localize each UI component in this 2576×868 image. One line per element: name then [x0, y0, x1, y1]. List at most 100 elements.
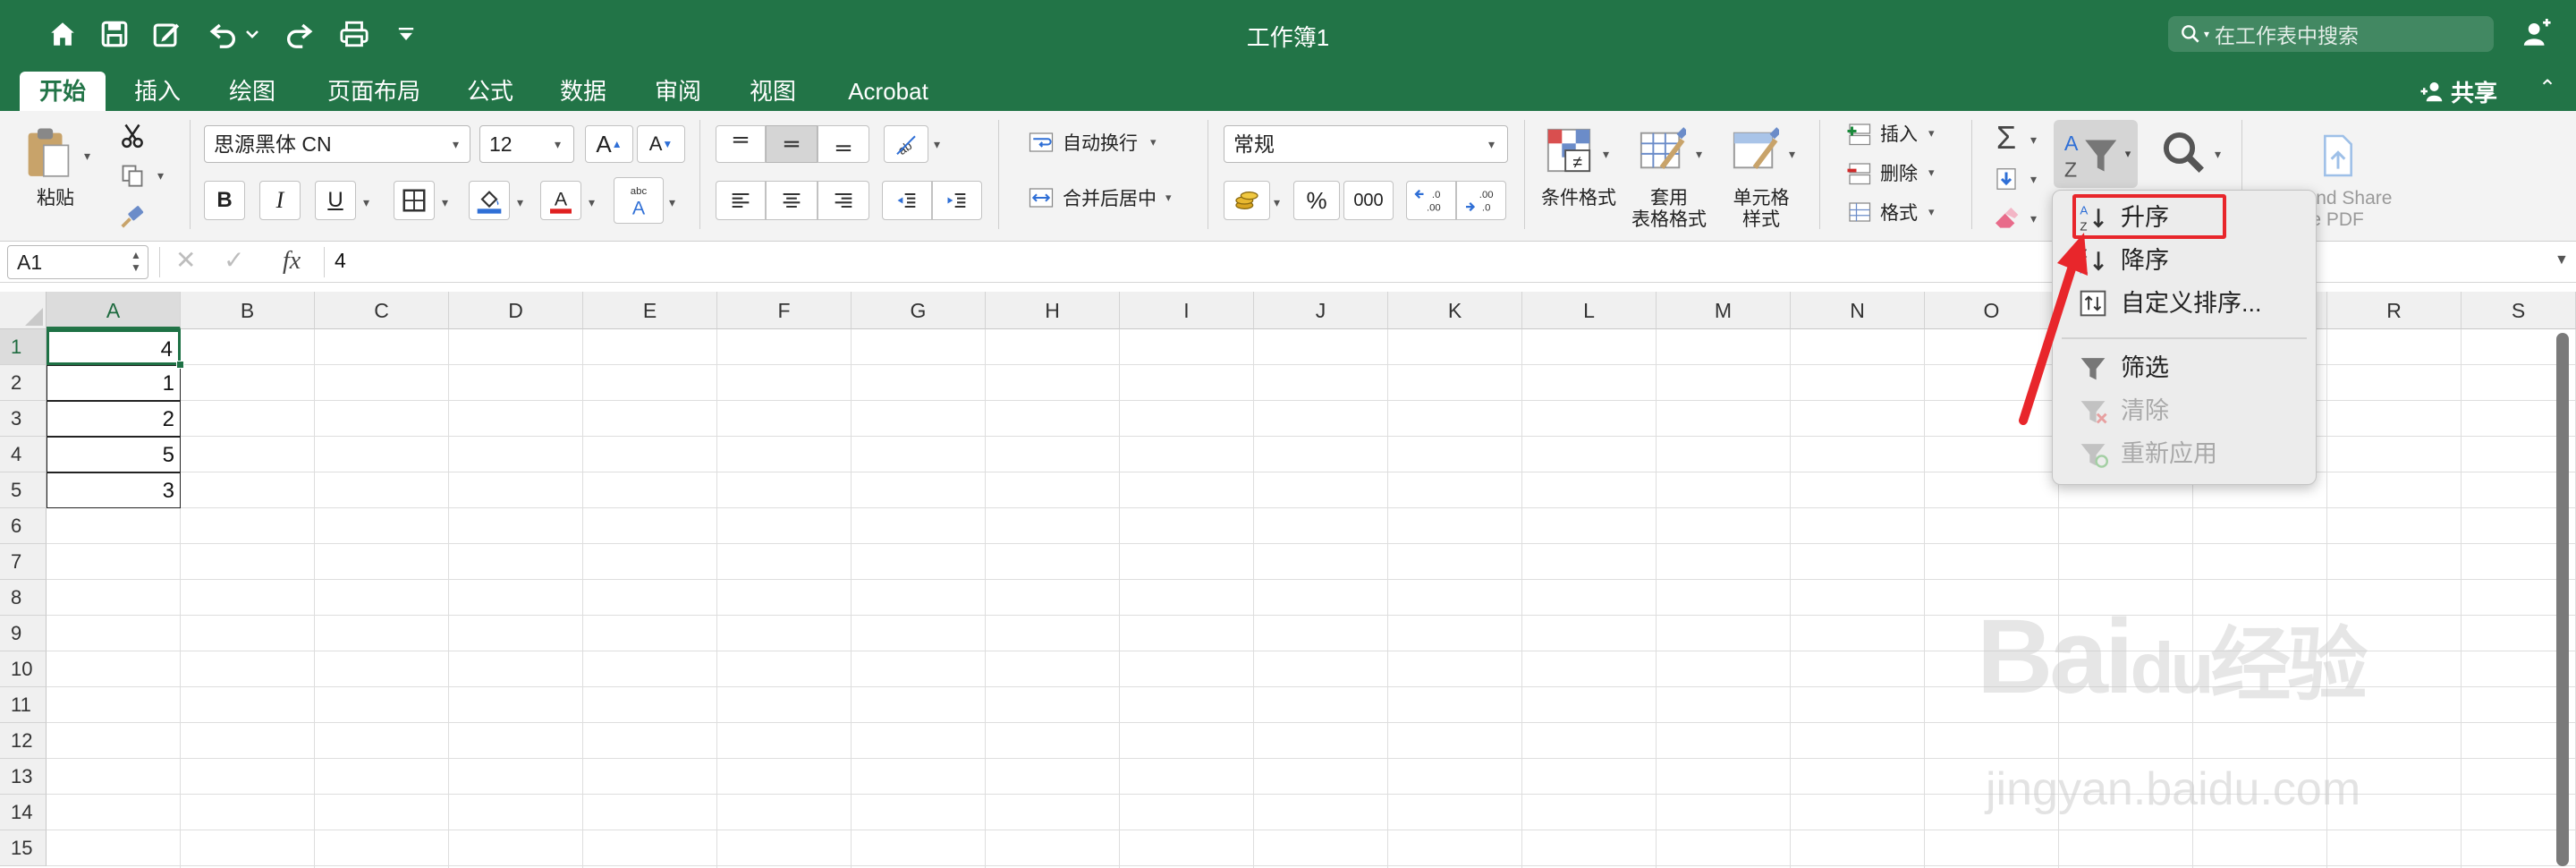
phonetic-dropdown-icon[interactable]: ▾ — [669, 195, 675, 210]
italic-button[interactable]: I — [259, 181, 301, 220]
increase-decimal-icon[interactable]: .0.00 — [1406, 181, 1456, 220]
search-box[interactable]: ▾ 在工作表中搜索 — [2168, 16, 2494, 52]
print-icon[interactable] — [335, 14, 374, 54]
share-button[interactable]: 共享 — [2419, 72, 2497, 111]
tab-data[interactable]: 数据 — [549, 72, 617, 111]
column-header-G[interactable]: G — [852, 292, 986, 329]
column-header-K[interactable]: K — [1388, 292, 1522, 329]
find-select-dropdown-icon[interactable]: ▾ — [2215, 147, 2221, 162]
column-header-E[interactable]: E — [583, 292, 717, 329]
align-right-icon[interactable] — [818, 181, 869, 220]
cancel-entry-icon[interactable]: ✕ — [175, 245, 196, 275]
cell-A1[interactable]: 4 — [47, 329, 181, 365]
bold-button[interactable]: B — [204, 181, 245, 220]
column-header-N[interactable]: N — [1791, 292, 1925, 329]
decrease-indent-icon[interactable] — [882, 181, 932, 220]
column-header-J[interactable]: J — [1254, 292, 1388, 329]
borders-icon[interactable] — [394, 181, 435, 220]
number-format-box[interactable]: 常规 — [1224, 125, 1508, 163]
column-header-S[interactable]: S — [2462, 292, 2576, 329]
accounting-format-icon[interactable] — [1224, 181, 1270, 220]
fill-color-icon[interactable] — [469, 181, 510, 220]
edit-icon[interactable] — [147, 14, 186, 54]
underline-button[interactable]: U — [315, 181, 356, 220]
fill-handle[interactable] — [176, 361, 184, 369]
column-header-I[interactable]: I — [1120, 292, 1254, 329]
collapse-ribbon-icon[interactable]: ⌃ — [2538, 75, 2556, 101]
font-name-dropdown-icon[interactable]: ▾ — [453, 137, 459, 152]
comma-style-button[interactable]: 000 — [1343, 181, 1394, 220]
insert-function-button[interactable]: fx — [283, 247, 301, 276]
align-middle-icon[interactable] — [766, 125, 818, 163]
orientation-dropdown-icon[interactable]: ▾ — [934, 137, 940, 152]
cell-styles-icon[interactable] — [1726, 123, 1784, 177]
row-header-3[interactable]: 3 — [0, 401, 47, 437]
row-header-2[interactable]: 2 — [0, 365, 47, 401]
confirm-entry-icon[interactable]: ✓ — [224, 245, 244, 275]
increase-indent-icon[interactable] — [932, 181, 982, 220]
cell-A5[interactable]: 3 — [47, 472, 181, 508]
font-color-icon[interactable]: A — [540, 181, 581, 220]
row-header-8[interactable]: 8 — [0, 580, 47, 616]
cell-styles-dropdown-icon[interactable]: ▾ — [1789, 147, 1795, 162]
row-header-1[interactable]: 1 — [0, 329, 47, 365]
customize-toolbar-icon[interactable] — [394, 14, 419, 54]
orientation-icon[interactable]: ab — [884, 125, 928, 163]
row-header-13[interactable]: 13 — [0, 759, 47, 795]
align-left-icon[interactable] — [716, 181, 766, 220]
account-icon[interactable] — [2517, 14, 2556, 54]
font-color-dropdown-icon[interactable]: ▾ — [589, 195, 595, 210]
fill-down-dropdown-icon[interactable]: ▾ — [2030, 172, 2037, 187]
merge-center-button[interactable]: 合并后居中 ▾ — [1025, 184, 1172, 211]
tab-insert[interactable]: 插入 — [123, 72, 191, 111]
save-icon[interactable] — [95, 14, 134, 54]
tab-home[interactable]: 开始 — [20, 72, 106, 111]
conditional-format-dropdown-icon[interactable]: ▾ — [1603, 147, 1609, 162]
cut-icon[interactable] — [114, 118, 150, 154]
copy-dropdown-icon[interactable]: ▾ — [157, 168, 164, 183]
fill-color-dropdown-icon[interactable]: ▾ — [517, 195, 523, 210]
delete-cells-button[interactable]: 删除 ▾ — [1843, 159, 1935, 186]
tab-acrobat[interactable]: Acrobat — [832, 72, 945, 111]
column-header-M[interactable]: M — [1657, 292, 1791, 329]
copy-icon[interactable] — [114, 157, 150, 193]
format-as-table-dropdown-icon[interactable]: ▾ — [1696, 147, 1702, 162]
cell-A2[interactable]: 1 — [47, 365, 181, 401]
format-cells-button[interactable]: 格式 ▾ — [1843, 199, 1935, 226]
name-box[interactable]: A1 — [7, 245, 148, 279]
row-header-7[interactable]: 7 — [0, 544, 47, 580]
format-painter-icon[interactable] — [114, 199, 150, 234]
row-header-4[interactable]: 4 — [0, 437, 47, 472]
row-header-5[interactable]: 5 — [0, 472, 47, 508]
column-header-F[interactable]: F — [717, 292, 852, 329]
expand-formula-bar-icon[interactable]: ▼ — [2555, 252, 2569, 268]
fill-down-icon[interactable] — [1986, 159, 2027, 199]
tab-view[interactable]: 视图 — [739, 72, 807, 111]
tab-page-layout[interactable]: 页面布局 — [317, 72, 431, 111]
column-header-B[interactable]: B — [181, 292, 315, 329]
sort-filter-button[interactable]: AZ ▾ — [2054, 120, 2138, 188]
wrap-text-button[interactable]: 自动换行 ▾ — [1025, 129, 1157, 156]
column-header-A[interactable]: A — [47, 292, 181, 329]
paste-icon[interactable] — [20, 123, 77, 183]
formula-input[interactable]: 4 — [335, 249, 346, 273]
insert-cells-button[interactable]: 插入 ▾ — [1843, 120, 1935, 147]
format-as-table-icon[interactable] — [1633, 123, 1690, 177]
tab-review[interactable]: 审阅 — [644, 72, 712, 111]
accounting-dropdown-icon[interactable]: ▾ — [1274, 195, 1280, 210]
create-pdf-icon[interactable] — [2313, 129, 2363, 183]
decrease-font-size-button[interactable]: A ▼ — [637, 125, 685, 163]
column-header-D[interactable]: D — [449, 292, 583, 329]
font-name-box[interactable]: 思源黑体 CN — [204, 125, 470, 163]
row-header-9[interactable]: 9 — [0, 616, 47, 651]
row-header-6[interactable]: 6 — [0, 508, 47, 544]
underline-dropdown-icon[interactable]: ▾ — [363, 195, 369, 210]
font-size-dropdown-icon[interactable]: ▾ — [555, 137, 561, 152]
align-bottom-icon[interactable] — [818, 125, 869, 163]
row-header-10[interactable]: 10 — [0, 651, 47, 687]
column-header-H[interactable]: H — [986, 292, 1120, 329]
row-header-12[interactable]: 12 — [0, 723, 47, 759]
menu-item-custom-sort[interactable]: 自定义排序... — [2074, 284, 2262, 323]
cell-A4[interactable]: 5 — [47, 437, 181, 472]
name-box-stepper-icon[interactable]: ▲ ▼ — [131, 249, 141, 274]
